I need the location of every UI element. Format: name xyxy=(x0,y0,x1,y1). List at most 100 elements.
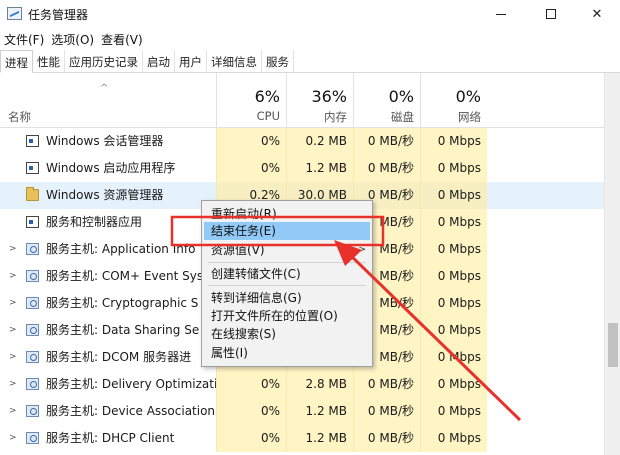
cpu-cell: 0% xyxy=(216,155,286,182)
tab-app-history[interactable]: 应用历史记录 xyxy=(65,50,143,72)
process-name: 服务和控制器应用 xyxy=(46,215,143,229)
tab-users[interactable]: 用户 xyxy=(175,50,207,72)
maximize-icon xyxy=(546,9,556,19)
network-cell: 0 Mbps xyxy=(420,425,487,452)
tab-details[interactable]: 详细信息 xyxy=(207,50,262,72)
window-title: 任务管理器 xyxy=(28,8,89,22)
network-cell: 0 Mbps xyxy=(420,290,487,317)
maximize-button[interactable] xyxy=(528,0,574,28)
disk-cell: 0 MB/秒 xyxy=(353,398,420,425)
process-name-cell: > 服务主机: DHCP Client xyxy=(0,425,216,452)
process-name-cell: Windows 资源管理器 xyxy=(0,182,216,209)
table-row[interactable]: > 服务主机: Device Association ... 0% 1.2 MB 0 M… xyxy=(0,398,604,425)
cpu-cell: 0% xyxy=(216,371,286,398)
expand-chevron-icon[interactable]: > xyxy=(9,371,17,398)
context-menu-item[interactable]: 重新启动(R) xyxy=(204,205,370,223)
close-icon: ✕ xyxy=(591,6,603,22)
close-button[interactable]: ✕ xyxy=(574,0,620,28)
minimize-button[interactable] xyxy=(478,0,524,28)
menu-options[interactable]: 选项(O) xyxy=(47,28,97,49)
column-memory[interactable]: 36% 内存 xyxy=(286,73,353,128)
process-name-cell: Windows 会话管理器 xyxy=(0,128,216,155)
network-cell: 0 Mbps xyxy=(420,155,487,182)
expand-chevron-icon[interactable]: > xyxy=(9,263,17,290)
folder-icon xyxy=(26,187,39,201)
gear-icon xyxy=(26,270,39,282)
title-bar: 任务管理器 ✕ xyxy=(0,0,620,28)
vertical-scrollbar[interactable] xyxy=(604,73,620,455)
context-menu-item[interactable]: 在线搜索(S) xyxy=(204,325,370,343)
context-menu-item-label: 结束任务(E) xyxy=(211,224,276,238)
process-name-cell: > 服务主机: COM+ Event Sys xyxy=(0,263,216,290)
context-menu-item-label: 重新启动(R) xyxy=(211,207,277,221)
memory-label: 内存 xyxy=(324,110,347,124)
gear-icon xyxy=(26,405,39,417)
table-row[interactable]: > 服务主机: Delivery Optimizati... 0% 2.8 MB 0 M… xyxy=(0,371,604,398)
expand-chevron-icon[interactable]: > xyxy=(9,344,17,371)
gear-icon xyxy=(26,432,39,444)
network-cell: 0 Mbps xyxy=(420,263,487,290)
process-name: Windows 启动应用程序 xyxy=(46,161,176,175)
tab-performance[interactable]: 性能 xyxy=(33,50,65,72)
tab-startup[interactable]: 启动 xyxy=(143,50,175,72)
context-menu-item[interactable]: 创建转储文件(C) xyxy=(204,265,370,283)
menu-file[interactable]: 文件(F) xyxy=(0,28,47,49)
expand-chevron-icon[interactable]: > xyxy=(9,236,17,263)
network-cell: 0 Mbps xyxy=(420,317,487,344)
context-menu-item-label: 属性(I) xyxy=(211,346,248,360)
context-menu-item[interactable]: 转到详细信息(G) xyxy=(204,289,370,307)
table-row[interactable]: Windows 会话管理器 0% 0.2 MB 0 MB/秒 0 Mbps xyxy=(0,128,604,155)
context-menu-item[interactable]: 打开文件所在的位置(O) xyxy=(204,307,370,325)
context-menu-item[interactable]: 属性(I) xyxy=(204,344,370,362)
expand-chevron-icon[interactable]: > xyxy=(9,290,17,317)
context-menu: 重新启动(R) 结束任务(E) 资源值(V) > 创建转储文件(C) 转到详细信息(G) 打… xyxy=(201,200,373,367)
memory-cell: 1.2 MB xyxy=(286,398,353,425)
process-name-cell: > 服务主机: Delivery Optimizati... xyxy=(0,371,216,398)
expand-chevron-icon[interactable]: > xyxy=(9,398,17,425)
process-name: 服务主机: DHCP Client xyxy=(46,431,175,445)
network-total: 0% xyxy=(455,87,481,106)
window-icon xyxy=(26,162,39,174)
process-name-cell: Windows 启动应用程序 xyxy=(0,155,216,182)
menu-bar: 文件(F) 选项(O) 查看(V) xyxy=(0,28,620,49)
process-name: Windows 会话管理器 xyxy=(46,134,164,148)
network-cell: 0 Mbps xyxy=(420,398,487,425)
column-disk[interactable]: 0% 磁盘 xyxy=(353,73,420,128)
sort-arrow-icon[interactable]: ^ xyxy=(100,83,108,94)
disk-label: 磁盘 xyxy=(391,110,414,124)
network-cell: 0 Mbps xyxy=(420,182,487,209)
gear-icon xyxy=(26,243,39,255)
menu-view[interactable]: 查看(V) xyxy=(97,28,146,49)
column-name[interactable]: 名称 xyxy=(8,109,31,125)
scrollbar-thumb[interactable] xyxy=(608,323,618,367)
gear-icon xyxy=(26,297,39,309)
process-name-cell: > 服务主机: Data Sharing Se xyxy=(0,317,216,344)
expand-chevron-icon[interactable]: > xyxy=(9,425,17,452)
context-menu-item-label: 转到详细信息(G) xyxy=(211,291,302,305)
network-label: 网络 xyxy=(458,110,481,124)
gear-icon xyxy=(26,378,39,390)
tab-services[interactable]: 服务 xyxy=(262,50,294,72)
context-menu-item[interactable]: 结束任务(E) xyxy=(204,222,370,240)
tab-processes[interactable]: 进程 xyxy=(0,50,33,73)
table-row[interactable]: Windows 启动应用程序 0% 1.2 MB 0 MB/秒 0 Mbps xyxy=(0,155,604,182)
gear-icon xyxy=(26,324,39,336)
disk-total: 0% xyxy=(388,87,414,106)
window-icon xyxy=(26,135,39,147)
context-menu-item[interactable]: 资源值(V) > xyxy=(204,241,370,259)
process-name: Windows 资源管理器 xyxy=(46,188,164,202)
expand-chevron-icon[interactable]: > xyxy=(9,317,17,344)
column-network[interactable]: 0% 网络 xyxy=(420,73,487,128)
memory-total: 36% xyxy=(311,87,347,106)
process-name: 服务主机: Delivery Optimizati... xyxy=(46,377,216,391)
context-menu-separator xyxy=(208,285,366,286)
process-name: 服务主机: DCOM 服务器进 xyxy=(46,350,192,364)
tab-bar: 进程 性能 应用历史记录 启动 用户 详细信息 服务 xyxy=(0,50,620,73)
table-row[interactable]: > 服务主机: DHCP Client 0% 1.2 MB 0 MB/秒 0 Mbps xyxy=(0,425,604,452)
network-cell: 0 Mbps xyxy=(420,128,487,155)
memory-cell: 2.8 MB xyxy=(286,371,353,398)
minimize-icon xyxy=(496,13,506,15)
cpu-cell: 0% xyxy=(216,398,286,425)
column-cpu[interactable]: 6% CPU xyxy=(216,73,286,128)
process-name: 服务主机: Cryptographic S xyxy=(46,296,199,310)
